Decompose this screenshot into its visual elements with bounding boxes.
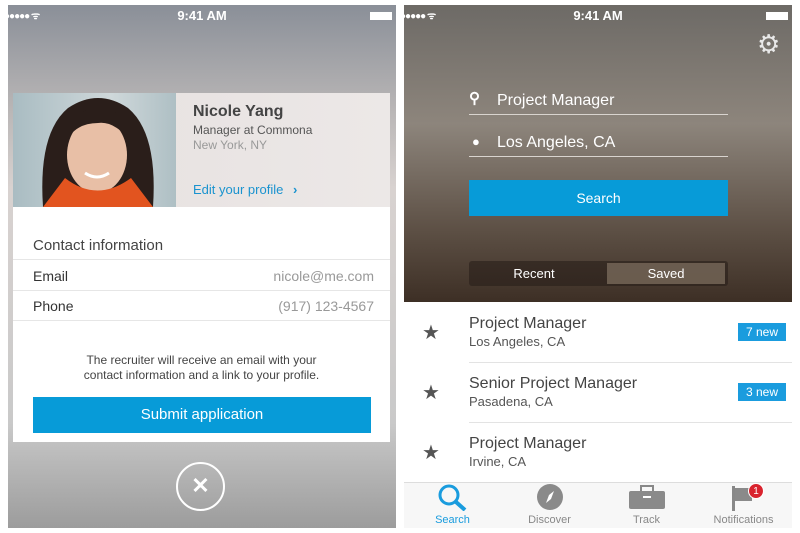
search-icon [404,482,501,512]
location-value: Los Angeles, CA [497,134,616,151]
compass-icon [501,482,598,512]
star-icon[interactable]: ★ [422,440,440,465]
location-input[interactable]: ● Los Angeles, CA [469,131,728,157]
location-pin-icon: ● [472,134,480,149]
phone-value: (917) 123-4567 [278,298,374,314]
keyword-input[interactable]: ⚲ Project Manager [469,89,728,115]
battery-icon [370,12,392,20]
saved-search-item[interactable]: ★ Project Manager Irvine, CA [404,423,792,483]
recruiter-notice: The recruiter will receive an email with… [13,353,390,383]
status-bar: ●●●●● ᯤ 9:41 AM [8,5,396,25]
profile-title: Manager at Commona [193,123,313,137]
settings-gear-icon[interactable]: ⚙ [757,29,780,60]
tab-notifications[interactable]: 1 Notifications [695,482,792,528]
submit-application-button[interactable]: Submit application [33,397,371,433]
new-count-badge: 7 new [737,323,786,341]
battery-icon [766,12,788,20]
close-icon: ✕ [191,473,210,498]
phone-label: Phone [33,298,74,314]
notice-line: contact information and a link to your p… [83,368,320,382]
keyword-value: Project Manager [497,92,615,109]
tab-track[interactable]: Track [598,482,695,528]
star-icon[interactable]: ★ [422,320,440,345]
status-time: 9:41 AM [177,8,227,23]
close-button[interactable]: ✕ [176,462,225,511]
search-icon: ⚲ [469,90,480,107]
email-label: Email [33,268,69,284]
tab-label: Search [435,514,470,526]
chevron-right-icon: › [292,182,298,197]
segment-recent[interactable]: Recent [469,261,599,286]
flag-icon [695,482,792,512]
saved-search-title: Project Manager [469,435,587,452]
notice-line: The recruiter will receive an email with… [86,353,317,367]
profile-header: Nicole Yang Manager at Commona New York,… [13,93,390,207]
new-count-badge: 3 new [737,383,786,401]
tab-label: Track [632,514,661,526]
segmented-control: Recent Saved [469,261,728,286]
search-button[interactable]: Search [469,180,728,216]
tab-label: Notifications [713,514,774,526]
search-screen: ●●●●● ᯤ 9:41 AM ⚙ ⚲ Project Manager ● Lo… [404,5,792,528]
apply-screen: ●●●●● ᯤ 9:41 AM Nicole Yang Manager at C… [8,5,396,528]
briefcase-icon [598,482,695,512]
email-value: nicole@me.com [273,268,374,284]
star-icon[interactable]: ★ [422,380,440,405]
status-bar: ●●●●● ᯤ 9:41 AM [404,5,792,25]
notification-badge: 1 [748,483,764,499]
saved-search-location: Los Angeles, CA [469,334,566,349]
saved-search-title: Project Manager [469,315,587,332]
avatar [13,93,176,207]
saved-search-location: Irvine, CA [469,454,527,469]
tab-discover[interactable]: Discover [501,482,598,528]
saved-search-item[interactable]: ★ Senior Project Manager Pasadena, CA 3 … [404,363,792,423]
phone-row: Phone (917) 123-4567 [13,290,390,321]
email-row: Email nicole@me.com [13,259,390,290]
apply-card: Nicole Yang Manager at Commona New York,… [13,93,390,442]
saved-search-location: Pasadena, CA [469,394,553,409]
contact-heading: Contact information [33,237,164,254]
saved-search-item[interactable]: ★ Project Manager Los Angeles, CA 7 new [404,303,792,363]
edit-profile-label: Edit your profile [193,182,284,197]
saved-search-title: Senior Project Manager [469,375,638,392]
edit-profile-link[interactable]: Edit your profile › [193,182,297,197]
status-time: 9:41 AM [573,8,623,23]
profile-name: Nicole Yang [193,103,284,120]
profile-location: New York, NY [193,138,268,152]
tab-search[interactable]: Search [404,482,501,528]
tab-label: Discover [528,514,571,526]
segment-saved[interactable]: Saved [607,263,725,284]
